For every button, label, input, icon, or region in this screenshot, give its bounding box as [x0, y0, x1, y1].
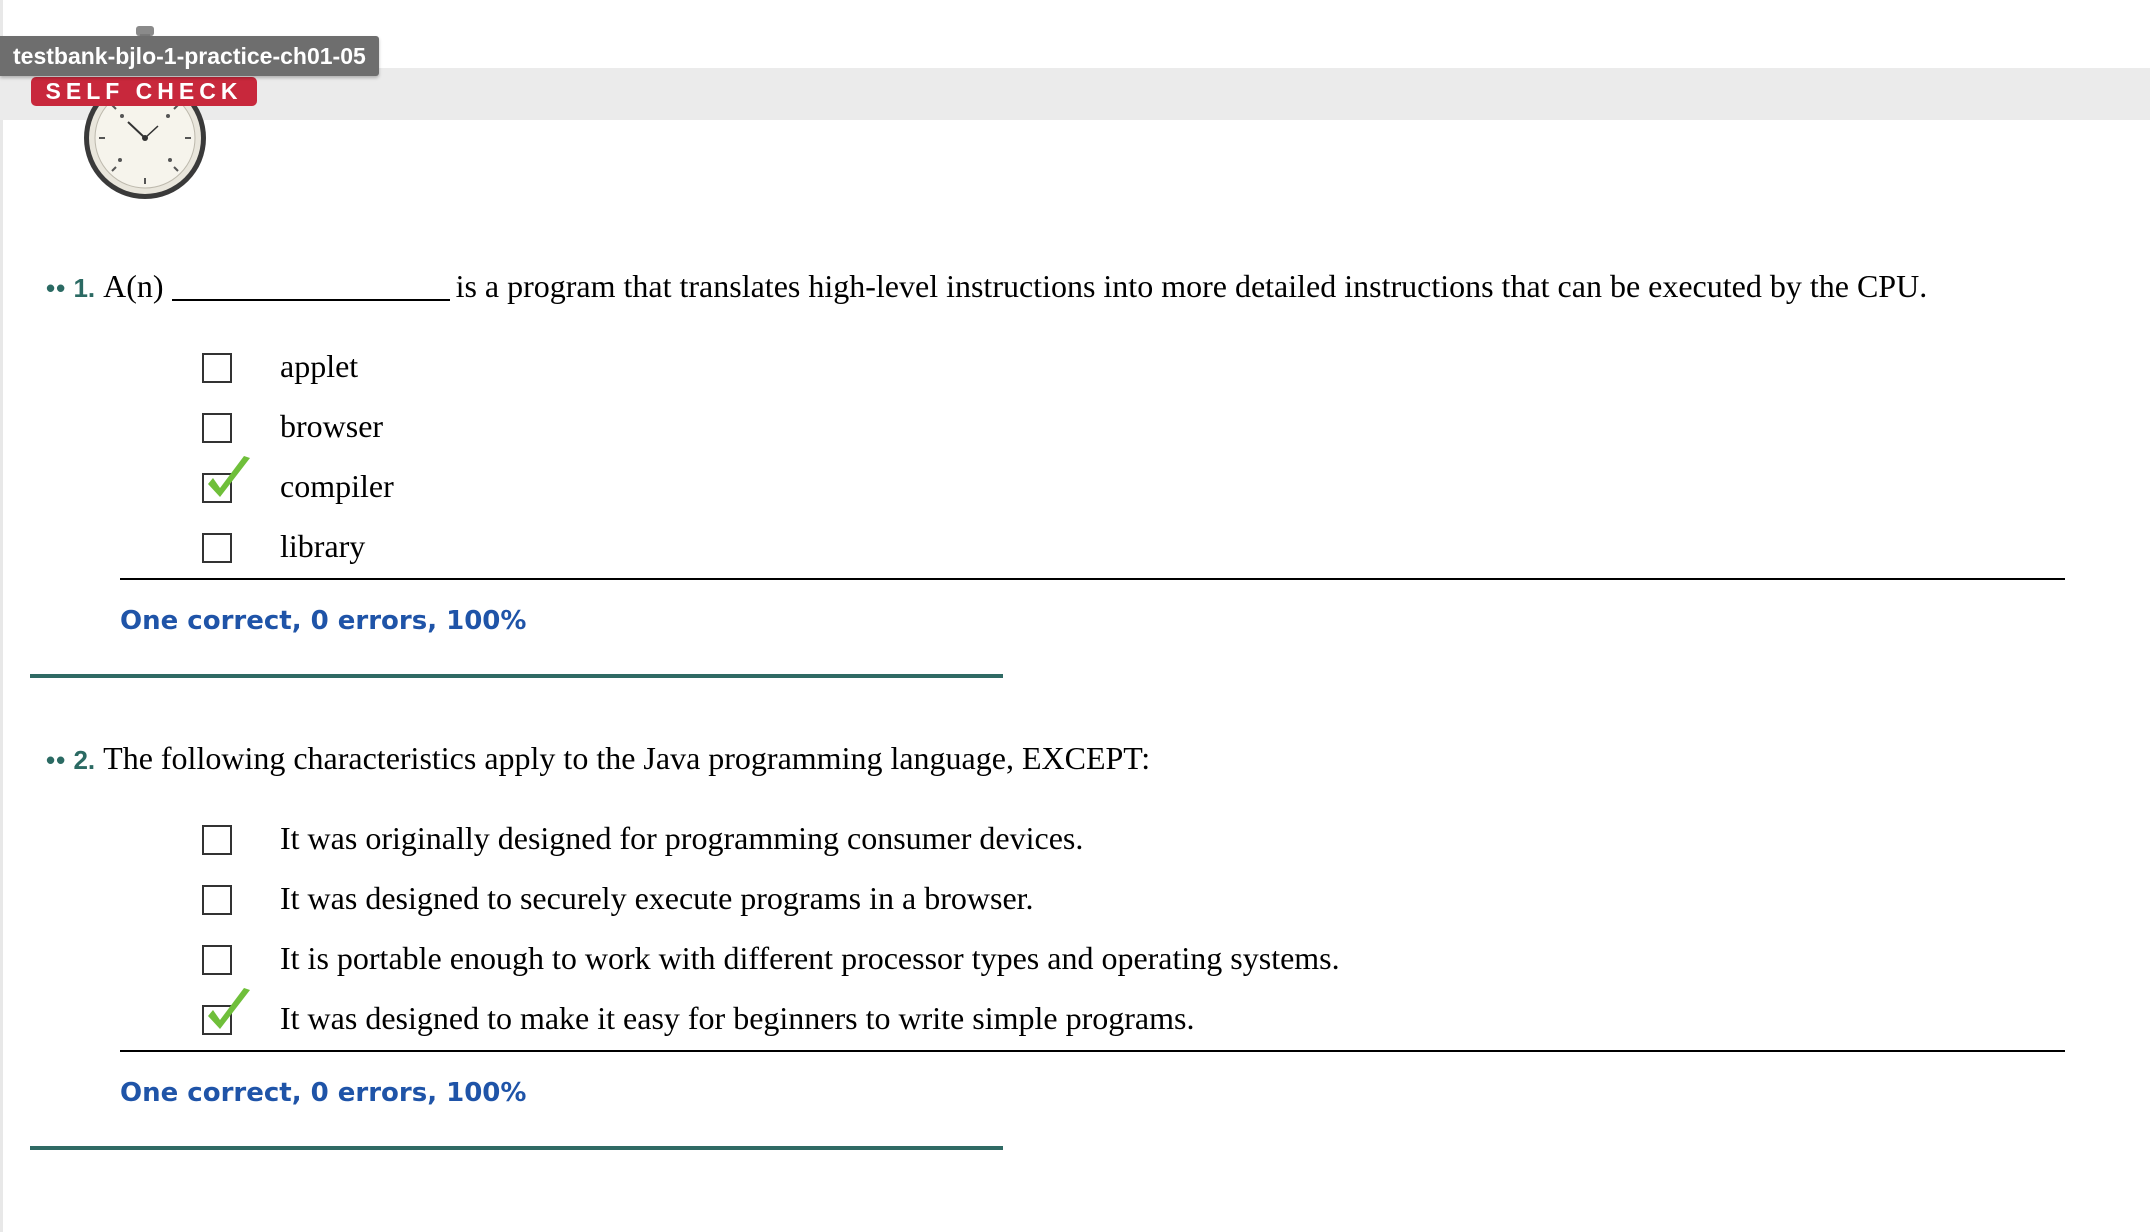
question-1-blank	[171, 269, 450, 301]
document-title-tab[interactable]: testbank-bjlo-1-practice-ch01-05	[0, 36, 379, 76]
checkbox-browser[interactable]	[202, 413, 232, 443]
option-label: It was designed to make it easy for begi…	[280, 1000, 1195, 1036]
option-label: browser	[280, 408, 384, 444]
checkmark-icon	[208, 456, 250, 497]
option-label: It is portable enough to work with diffe…	[280, 940, 1340, 976]
question-2-text: The following characteristics apply to t…	[103, 740, 1151, 776]
question-separator	[30, 1146, 1003, 1150]
question-1-number: •• 1.	[46, 273, 96, 303]
question-1-prefix: A(n)	[103, 268, 164, 304]
option-label: applet	[280, 348, 359, 384]
option-label: library	[280, 528, 366, 564]
option-label: It was originally designed for programmi…	[280, 820, 1084, 856]
question-separator	[30, 674, 1003, 678]
checkbox-applet[interactable]	[202, 353, 232, 383]
question-2-number: •• 2.	[46, 745, 96, 775]
self-check-badge: SELF CHECK	[31, 77, 257, 106]
left-border	[0, 0, 3, 1232]
option-label: It was designed to securely execute prog…	[280, 880, 1034, 916]
question-1-divider	[120, 578, 2065, 580]
question-1-feedback: One correct, 0 errors, 100%	[120, 606, 527, 636]
question-2-divider	[120, 1050, 2065, 1052]
question-1-prompt: •• 1. A(n) is a program that translates hi…	[46, 266, 1927, 308]
checkbox-browser-execute[interactable]	[202, 885, 232, 915]
question-1-text: is a program that translates high-level …	[455, 268, 1928, 304]
question-2-prompt: •• 2. The following characteristics apply…	[46, 738, 1150, 780]
question-2-feedback: One correct, 0 errors, 100%	[120, 1078, 527, 1108]
checkbox-portable[interactable]	[202, 945, 232, 975]
checkmark-icon	[208, 988, 250, 1029]
checkbox-library[interactable]	[202, 533, 232, 563]
checkbox-consumer-devices[interactable]	[202, 825, 232, 855]
option-label: compiler	[280, 468, 394, 504]
